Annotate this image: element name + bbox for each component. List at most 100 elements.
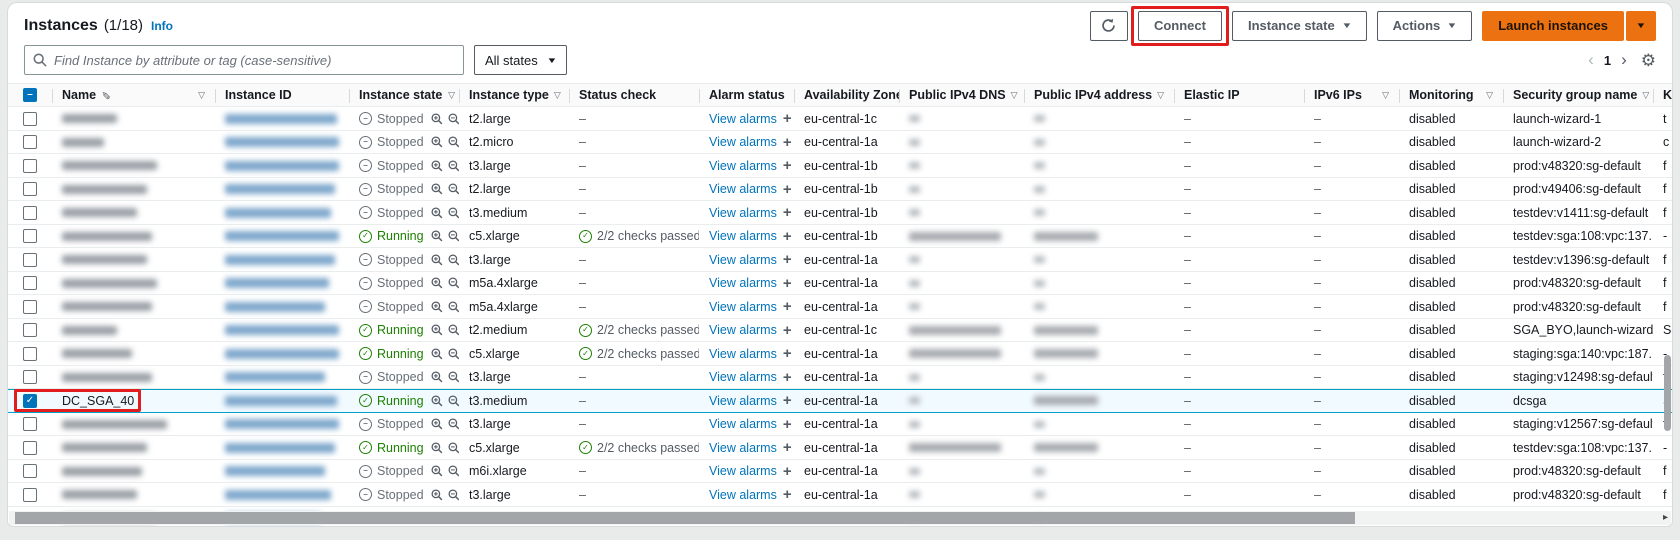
table-row[interactable]: − Stopped t2.large – Vie bbox=[8, 107, 1672, 131]
zoom-in-icon[interactable] bbox=[431, 183, 443, 195]
instance-id-link[interactable] bbox=[225, 208, 331, 218]
instance-id-link[interactable] bbox=[225, 278, 329, 288]
table-row[interactable]: − Stopped t3.large – Vie bbox=[8, 154, 1672, 178]
instance-state-dropdown[interactable]: Instance state ▼ bbox=[1232, 11, 1367, 41]
add-alarm-plus-icon[interactable]: + bbox=[783, 417, 792, 432]
zoom-out-icon[interactable] bbox=[448, 371, 459, 383]
table-row[interactable]: − Stopped t3.medium – Vi bbox=[8, 201, 1672, 225]
zoom-out-icon[interactable] bbox=[448, 395, 459, 407]
row-checkbox[interactable] bbox=[23, 276, 37, 290]
scroll-right-arrow-icon[interactable]: ▸ bbox=[1663, 512, 1668, 523]
zoom-in-icon[interactable] bbox=[431, 160, 443, 172]
zoom-in-icon[interactable] bbox=[431, 207, 443, 219]
table-row[interactable]: − Stopped m5a.4xlarge – bbox=[8, 272, 1672, 296]
instance-id-link[interactable] bbox=[225, 443, 335, 453]
zoom-in-icon[interactable] bbox=[431, 489, 443, 501]
zoom-in-icon[interactable] bbox=[431, 348, 443, 360]
add-alarm-plus-icon[interactable]: + bbox=[783, 135, 792, 150]
view-alarms-link[interactable]: View alarms bbox=[709, 206, 777, 220]
zoom-out-icon[interactable] bbox=[448, 442, 459, 454]
filter-icon[interactable]: ▽ bbox=[1642, 90, 1649, 101]
add-alarm-plus-icon[interactable]: + bbox=[783, 229, 792, 244]
zoom-out-icon[interactable] bbox=[448, 348, 459, 360]
view-alarms-link[interactable]: View alarms bbox=[709, 488, 777, 502]
view-alarms-link[interactable]: View alarms bbox=[709, 441, 777, 455]
zoom-out-icon[interactable] bbox=[448, 277, 459, 289]
add-alarm-plus-icon[interactable]: + bbox=[783, 276, 792, 291]
view-alarms-link[interactable]: View alarms bbox=[709, 182, 777, 196]
column-header-alarm-status[interactable]: Alarm status bbox=[699, 84, 794, 106]
row-checkbox[interactable] bbox=[23, 300, 37, 314]
zoom-in-icon[interactable] bbox=[431, 254, 443, 266]
select-all-checkbox[interactable]: – bbox=[23, 88, 37, 102]
zoom-out-icon[interactable] bbox=[448, 113, 459, 125]
add-alarm-plus-icon[interactable]: + bbox=[783, 370, 792, 385]
column-header-elastic-ip[interactable]: Elastic IP bbox=[1174, 84, 1304, 106]
column-header-security-group-name[interactable]: Security group name ▽ bbox=[1503, 84, 1653, 106]
table-row[interactable]: ✓ Running c5.xlarge ✓ 2/2 checks passed bbox=[8, 436, 1672, 460]
zoom-in-icon[interactable] bbox=[431, 324, 443, 336]
zoom-out-icon[interactable] bbox=[448, 254, 459, 266]
horizontal-scrollbar[interactable]: ▸ bbox=[9, 511, 1671, 525]
column-header-status-check[interactable]: Status check bbox=[569, 84, 699, 106]
add-alarm-plus-icon[interactable]: + bbox=[783, 346, 792, 361]
view-alarms-link[interactable]: View alarms bbox=[709, 159, 777, 173]
launch-instances-split-caret[interactable]: ▼ bbox=[1626, 11, 1656, 41]
gear-icon[interactable]: ⚙ bbox=[1641, 52, 1656, 69]
zoom-out-icon[interactable] bbox=[448, 301, 459, 313]
table-row[interactable]: − Stopped t2.micro – Vie bbox=[8, 131, 1672, 155]
zoom-out-icon[interactable] bbox=[448, 489, 459, 501]
zoom-in-icon[interactable] bbox=[431, 113, 443, 125]
zoom-in-icon[interactable] bbox=[431, 442, 443, 454]
launch-instances-button[interactable]: Launch instances bbox=[1482, 11, 1624, 41]
instance-id-link[interactable] bbox=[225, 325, 339, 335]
column-header-ipv6-ips[interactable]: IPv6 IPs ▽ bbox=[1304, 84, 1399, 106]
zoom-out-icon[interactable] bbox=[448, 418, 459, 430]
instance-id-link[interactable] bbox=[225, 466, 325, 476]
zoom-in-icon[interactable] bbox=[431, 371, 443, 383]
view-alarms-link[interactable]: View alarms bbox=[709, 417, 777, 431]
instance-id-link[interactable] bbox=[225, 161, 339, 171]
table-row[interactable]: − Stopped m5a.4xlarge – bbox=[8, 295, 1672, 319]
filter-icon[interactable]: ▽ bbox=[554, 90, 561, 101]
view-alarms-link[interactable]: View alarms bbox=[709, 229, 777, 243]
add-alarm-plus-icon[interactable]: + bbox=[783, 182, 792, 197]
row-checkbox[interactable] bbox=[23, 182, 37, 196]
row-checkbox[interactable] bbox=[23, 206, 37, 220]
instance-id-link[interactable] bbox=[225, 419, 339, 429]
add-alarm-plus-icon[interactable]: + bbox=[783, 111, 792, 126]
row-checkbox[interactable] bbox=[23, 323, 37, 337]
row-checkbox[interactable] bbox=[23, 417, 37, 431]
zoom-out-icon[interactable] bbox=[448, 136, 459, 148]
table-row[interactable]: − Stopped t2.large – Vie bbox=[8, 178, 1672, 202]
previous-page-button[interactable]: ‹ bbox=[1588, 50, 1594, 70]
horizontal-scrollbar-thumb[interactable] bbox=[15, 512, 1355, 524]
filter-icon[interactable]: ▽ bbox=[1382, 90, 1389, 101]
zoom-in-icon[interactable] bbox=[431, 301, 443, 313]
row-checkbox[interactable] bbox=[23, 159, 37, 173]
zoom-in-icon[interactable] bbox=[431, 230, 443, 242]
zoom-out-icon[interactable] bbox=[448, 324, 459, 336]
instance-id-link[interactable] bbox=[225, 137, 339, 147]
zoom-out-icon[interactable] bbox=[448, 207, 459, 219]
add-alarm-plus-icon[interactable]: + bbox=[783, 205, 792, 220]
row-checkbox[interactable] bbox=[23, 464, 37, 478]
zoom-out-icon[interactable] bbox=[448, 160, 459, 172]
zoom-in-icon[interactable] bbox=[431, 277, 443, 289]
column-header-monitoring[interactable]: Monitoring ▽ bbox=[1399, 84, 1503, 106]
row-checkbox[interactable] bbox=[23, 112, 37, 126]
view-alarms-link[interactable]: View alarms bbox=[709, 300, 777, 314]
info-link[interactable]: Info bbox=[151, 19, 173, 33]
instance-id-link[interactable] bbox=[225, 490, 331, 500]
connect-button[interactable]: Connect bbox=[1138, 11, 1222, 41]
search-box[interactable] bbox=[24, 45, 464, 75]
view-alarms-link[interactable]: View alarms bbox=[709, 347, 777, 361]
row-checkbox[interactable] bbox=[23, 370, 37, 384]
add-alarm-plus-icon[interactable]: + bbox=[783, 487, 792, 502]
column-header-public-ipv4-address[interactable]: Public IPv4 address ▽ bbox=[1024, 84, 1174, 106]
actions-dropdown[interactable]: Actions ▼ bbox=[1377, 11, 1473, 41]
add-alarm-plus-icon[interactable]: + bbox=[783, 158, 792, 173]
zoom-out-icon[interactable] bbox=[448, 465, 459, 477]
column-header-instance-id[interactable]: Instance ID bbox=[215, 84, 349, 106]
state-filter-select[interactable]: All states ▼ bbox=[474, 45, 567, 75]
